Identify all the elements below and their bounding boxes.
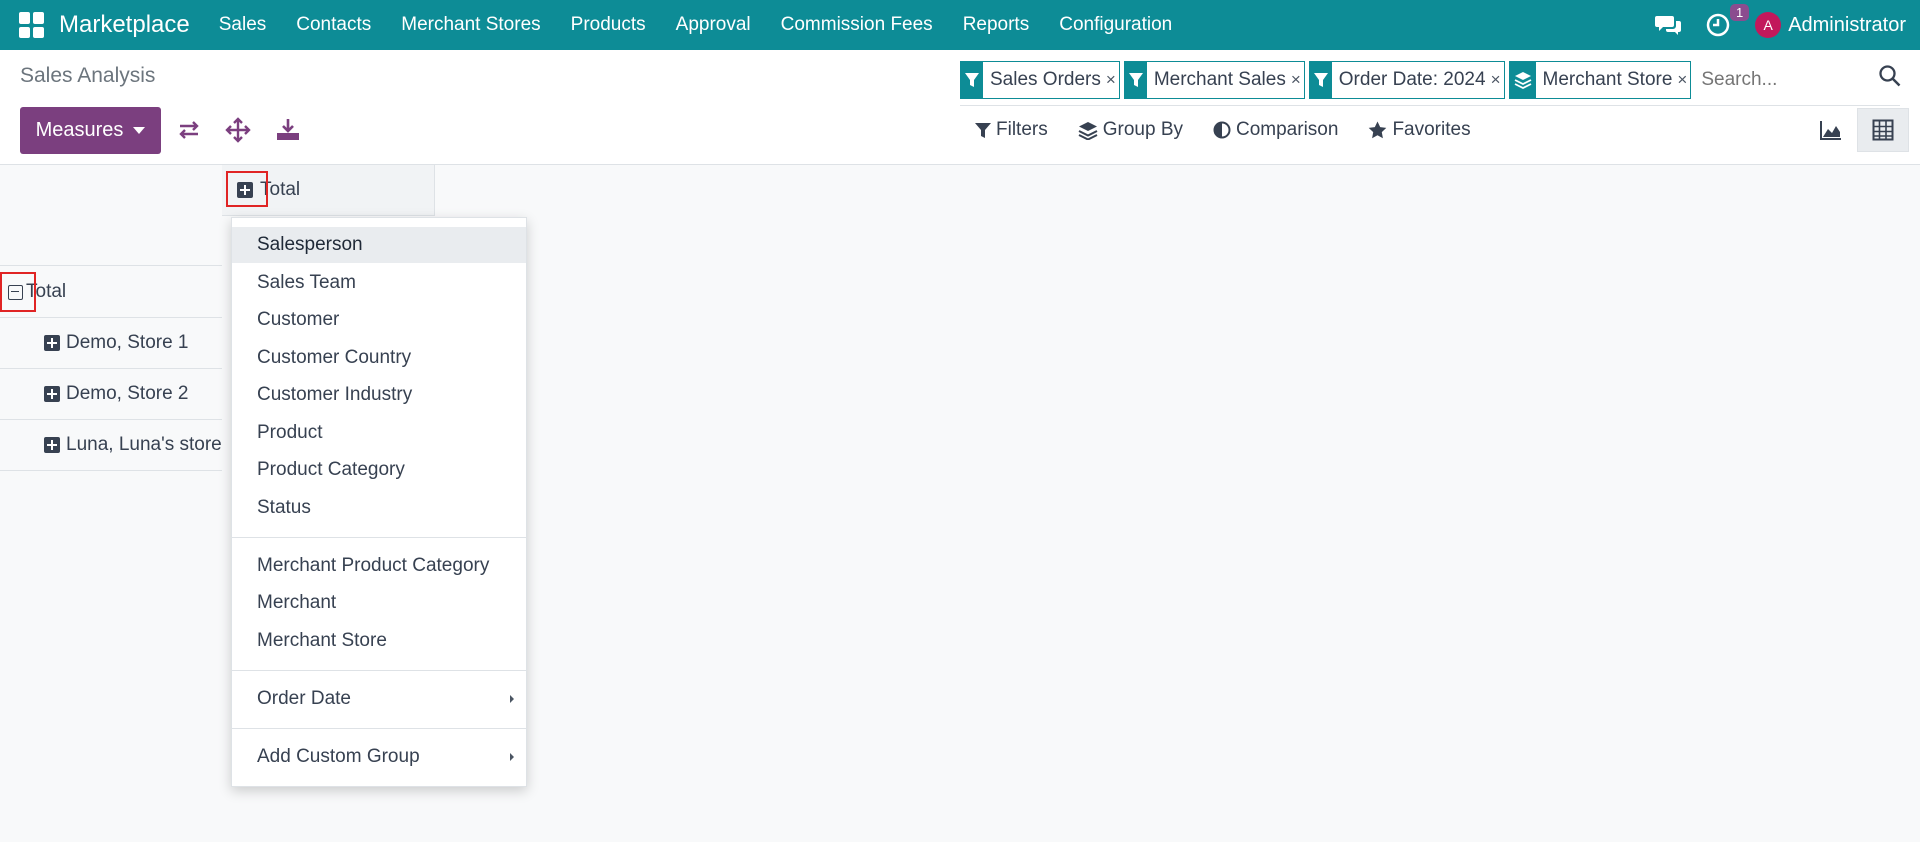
pivot-corner [0,165,222,266]
menu-commission-fees[interactable]: Commission Fees [766,14,948,36]
filter-icon [975,122,991,138]
expand-plus-icon[interactable] [44,386,60,402]
expand-plus-icon[interactable] [44,437,60,453]
dropdown-item-customer[interactable]: Customer [232,302,526,338]
dropdown-divider [232,670,526,671]
group-by-label: Group By [1102,119,1183,140]
dropdown-item-customer-industry[interactable]: Customer Industry [232,377,526,413]
expand-plus-icon[interactable] [44,335,60,351]
filter-icon [1124,62,1147,98]
filters-toggle[interactable]: Filters [975,119,1048,141]
highlight-box [226,171,268,207]
dropdown-item-merchant-product-category[interactable]: Merchant Product Category [232,548,526,584]
area-chart-icon [1820,121,1841,140]
favorites-toggle[interactable]: Favorites [1368,119,1471,141]
close-icon[interactable]: × [1287,62,1304,98]
star-icon [1369,121,1387,139]
group-by-dropdown: Salesperson Sales Team Customer Customer… [231,217,527,787]
graph-view-button[interactable] [1805,108,1857,152]
row-header-label: Demo, Store 1 [66,332,189,353]
facet-label: Order Date: 2024 [1331,62,1488,98]
user-menu[interactable]: Administrator [1788,14,1906,37]
pivot-row[interactable]: Demo, Store 1 [0,318,222,369]
dropdown-item-customer-country[interactable]: Customer Country [232,340,526,376]
menu-reports[interactable]: Reports [948,14,1045,36]
dropdown-item-label: Add Custom Group [257,746,420,767]
layers-icon [1509,62,1536,98]
half-circle-icon [1213,121,1231,139]
dropdown-item-sales-team[interactable]: Sales Team [232,265,526,301]
caret-down-icon [133,127,146,134]
filter-icon [1309,62,1332,98]
dropdown-item-status[interactable]: Status [232,490,526,526]
search-icon[interactable] [1877,63,1903,89]
layers-icon [1078,121,1098,140]
view-switcher [1805,108,1909,152]
caret-right-icon [510,753,514,761]
menu-approval[interactable]: Approval [661,14,766,36]
breadcrumb: Sales Analysis [20,64,156,87]
dropdown-item-product[interactable]: Product [232,415,526,451]
avatar[interactable]: A [1755,12,1782,38]
menu-merchant-stores[interactable]: Merchant Stores [386,14,555,36]
activity-clock-icon[interactable]: 1 [1705,4,1750,38]
dropdown-item-merchant-store[interactable]: Merchant Store [232,623,526,659]
pivot-row[interactable]: Demo, Store 2 [0,369,222,420]
filter-icon [961,62,983,98]
chat-icon[interactable] [1655,13,1683,37]
download-icon[interactable] [274,116,302,144]
dropdown-divider [232,728,526,729]
measures-button[interactable]: Measures [20,107,161,154]
top-navbar: Marketplace Sales Contacts Merchant Stor… [0,0,1920,50]
dropdown-item-label: Order Date [257,688,351,709]
dropdown-item-product-category[interactable]: Product Category [232,452,526,488]
facet-label: Merchant Store [1535,62,1675,98]
close-icon[interactable]: × [1487,62,1504,98]
facet-label: Sales Orders [983,62,1103,98]
apps-menu-icon[interactable] [19,12,45,38]
row-header-label: Luna, Luna's store [66,434,222,455]
row-header-label: Demo, Store 2 [66,383,189,404]
comparison-label: Comparison [1236,119,1339,140]
dropdown-divider [232,537,526,538]
filter-bar: Filters Group By Comparison Favorites [975,119,1501,141]
close-icon[interactable]: × [1674,62,1691,98]
comparison-toggle[interactable]: Comparison [1213,119,1338,141]
table-icon [1872,119,1894,141]
flip-axis-icon[interactable] [175,116,203,144]
facet-merchant-store[interactable]: Merchant Store × [1508,61,1692,99]
activity-count-badge: 1 [1729,4,1750,21]
app-brand[interactable]: Marketplace [59,11,190,39]
dropdown-item-add-custom-group[interactable]: Add Custom Group [232,739,526,775]
facet-order-date[interactable]: Order Date: 2024 × [1308,61,1505,99]
search-input[interactable] [1701,69,1842,91]
menu-sales[interactable]: Sales [204,14,282,36]
dropdown-item-order-date[interactable]: Order Date [232,681,526,717]
divider [960,105,1900,106]
facet-merchant-sales[interactable]: Merchant Sales × [1123,61,1305,99]
control-panel: Sales Analysis Measures Sales Orders × M… [0,50,1920,165]
facet-label: Merchant Sales [1146,62,1288,98]
expand-all-icon[interactable] [224,116,252,144]
facet-sales-orders[interactable]: Sales Orders × [960,61,1120,99]
dropdown-item-salesperson[interactable]: Salesperson [232,227,526,263]
search-facets: Sales Orders × Merchant Sales × Order Da… [960,61,1842,99]
menu-configuration[interactable]: Configuration [1044,14,1187,36]
caret-right-icon [510,695,514,703]
favorites-label: Favorites [1392,119,1471,140]
pivot-row[interactable]: Luna, Luna's store [0,420,222,471]
menu-products[interactable]: Products [556,14,661,36]
pivot-view-button[interactable] [1857,108,1909,152]
highlight-box [0,272,36,312]
measures-label: Measures [35,119,124,141]
group-by-toggle[interactable]: Group By [1078,119,1183,141]
close-icon[interactable]: × [1102,62,1119,98]
menu-contacts[interactable]: Contacts [281,14,386,36]
dropdown-item-merchant[interactable]: Merchant [232,585,526,621]
filters-label: Filters [996,119,1048,140]
